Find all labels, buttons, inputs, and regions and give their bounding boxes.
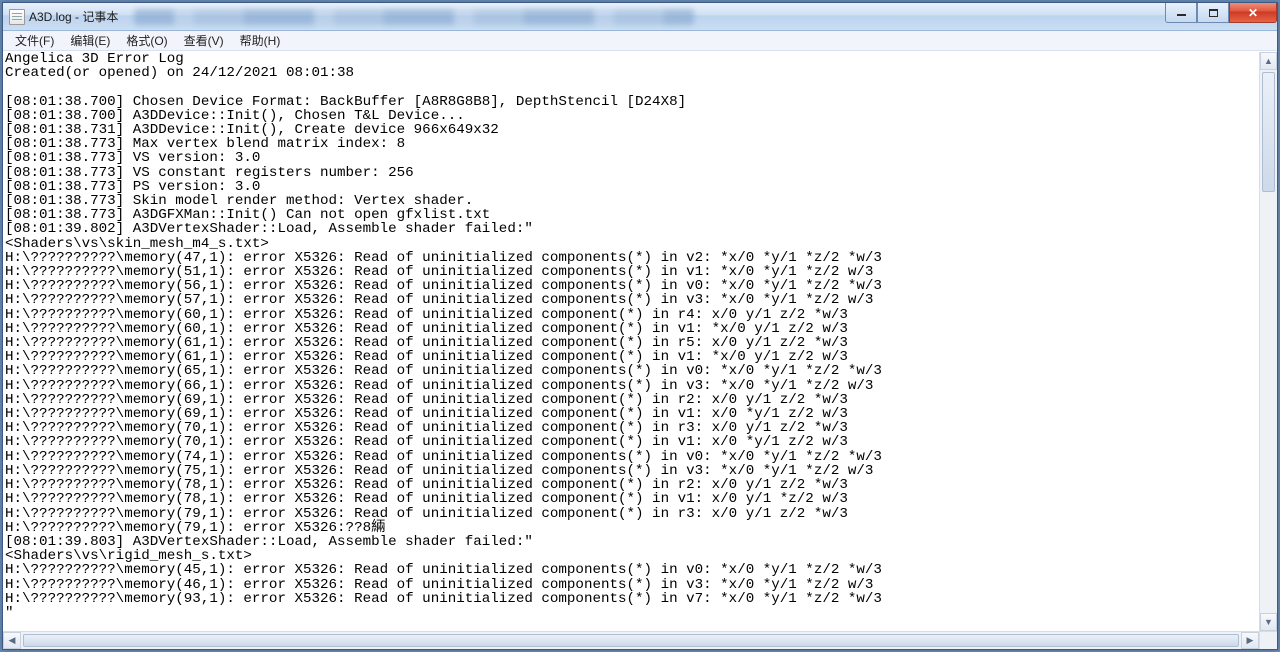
scroll-down-button[interactable]: ▼ <box>1260 613 1277 631</box>
menu-file[interactable]: 文件(F) <box>7 30 62 51</box>
scroll-up-button[interactable]: ▲ <box>1260 52 1277 70</box>
scroll-right-button[interactable]: ▶ <box>1241 632 1259 649</box>
window-title: A3D.log - 记事本 <box>29 8 118 25</box>
title-blur-region <box>134 9 694 25</box>
menu-view[interactable]: 查看(V) <box>176 30 232 51</box>
close-icon: ✕ <box>1248 7 1258 19</box>
window-buttons: ✕ <box>1165 3 1277 23</box>
menu-bar: 文件(F) 编辑(E) 格式(O) 查看(V) 帮助(H) <box>3 31 1277 51</box>
vertical-scroll-thumb[interactable] <box>1262 72 1275 192</box>
minimize-button[interactable] <box>1165 3 1197 23</box>
client-area: Angelica 3D Error Log Created(or opened)… <box>3 51 1277 649</box>
notepad-icon <box>9 9 25 25</box>
menu-edit[interactable]: 编辑(E) <box>62 30 118 51</box>
horizontal-scrollbar[interactable]: ◀ ▶ <box>3 631 1259 649</box>
menu-help[interactable]: 帮助(H) <box>232 30 289 51</box>
menu-format[interactable]: 格式(O) <box>118 30 175 51</box>
vertical-scrollbar[interactable]: ▲ ▼ <box>1259 52 1277 631</box>
horizontal-scroll-thumb[interactable] <box>23 634 1239 647</box>
scrollbar-corner <box>1259 631 1277 649</box>
title-bar[interactable]: A3D.log - 记事本 ✕ <box>3 3 1277 31</box>
scroll-left-button[interactable]: ◀ <box>3 632 21 649</box>
maximize-icon <box>1209 9 1218 17</box>
maximize-button[interactable] <box>1197 3 1229 23</box>
minimize-icon <box>1177 14 1186 16</box>
notepad-window: A3D.log - 记事本 ✕ 文件(F) 编辑(E) 格式(O) 查看(V) … <box>2 2 1278 650</box>
text-area[interactable]: Angelica 3D Error Log Created(or opened)… <box>3 52 1259 631</box>
close-button[interactable]: ✕ <box>1229 3 1277 23</box>
